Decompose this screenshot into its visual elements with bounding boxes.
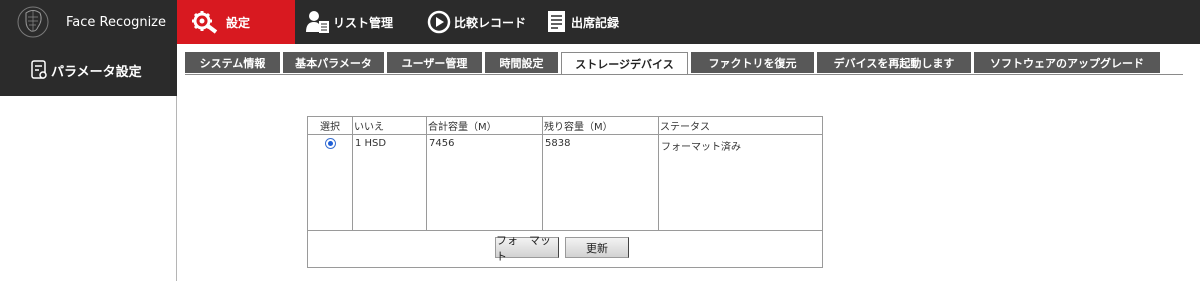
column-header-no: いいえ (352, 117, 427, 135)
tab-basic-parameters[interactable]: 基本パラメータ (283, 52, 384, 73)
tab-user-management[interactable]: ユーザー管理 (387, 52, 482, 73)
column-header-select: 選択 (308, 117, 353, 135)
nav-attendance-label: 出席記録 (571, 15, 620, 30)
no-cell: 1 HSD (352, 134, 427, 231)
nav-list-management-label: リスト管理 (333, 15, 394, 30)
format-button[interactable]: フォ マット (495, 234, 559, 263)
storage-actions: フォ マット 更新 (495, 234, 635, 263)
face-record-icon (427, 10, 451, 34)
column-header-total-capacity: 合計容量（M） (426, 117, 543, 135)
user-list-icon (306, 11, 329, 33)
device-select-radio[interactable] (324, 138, 336, 149)
tab-restart-device[interactable]: デバイスを再起動します (817, 52, 971, 73)
attendance-icon (548, 11, 565, 32)
tabs-underline (185, 74, 1183, 75)
status-cell: フォーマット済み (658, 134, 822, 231)
column-header-status: ステータス (658, 117, 822, 135)
tab-factory-restore[interactable]: ファクトリを復元 (691, 52, 814, 73)
nav-compare-records[interactable]: 比較レコード (427, 0, 526, 44)
face-logo-icon (17, 6, 49, 38)
tab-time-settings[interactable]: 時間設定 (485, 52, 558, 73)
tab-software-upgrade[interactable]: ソフトウェアのアップグレード (974, 52, 1160, 73)
remaining-capacity-cell: 5838 (542, 134, 659, 231)
sidebar-divider (176, 96, 177, 281)
tab-bar: システム情報 基本パラメータ ユーザー管理 時間設定 ストレージデバイス ファク… (185, 52, 1183, 75)
table-header-row: 選択 いいえ 合計容量（M） 残り容量（M） ステータス (308, 117, 822, 135)
brand: Face Recognize (0, 0, 177, 44)
app-name: Face Recognize (66, 14, 167, 30)
table-row: 1 HSD 7456 5838 フォーマット済み (308, 134, 822, 231)
nav-settings[interactable]: 設定 (177, 0, 295, 44)
tab-system-info[interactable]: システム情報 (185, 52, 280, 73)
storage-device-panel: 選択 いいえ 合計容量（M） 残り容量（M） ステータス 1 HSD 7456 … (307, 116, 823, 268)
nav-settings-label: 設定 (226, 15, 251, 30)
total-capacity-cell: 7456 (426, 134, 543, 231)
sidebar-item-parameters[interactable]: パラメータ設定 (0, 44, 177, 96)
nav-attendance[interactable]: 出席記録 (546, 0, 619, 44)
column-header-remaining-capacity: 残り容量（M） (542, 117, 659, 135)
gear-icon (192, 11, 218, 34)
nav-compare-records-label: 比較レコード (454, 15, 527, 30)
select-cell (308, 134, 353, 231)
storage-table: 選択 いいえ 合計容量（M） 残り容量（M） ステータス 1 HSD 7456 … (308, 117, 822, 231)
top-bar: Face Recognize 設定 リスト管理 比較レコード 出席記録 (0, 0, 1200, 44)
tab-storage-device[interactable]: ストレージデバイス (561, 52, 688, 75)
parameter-icon (31, 60, 47, 79)
nav-list-management[interactable]: リスト管理 (306, 0, 393, 44)
sidebar-item-label: パラメータ設定 (51, 64, 142, 80)
refresh-button[interactable]: 更新 (565, 237, 629, 258)
